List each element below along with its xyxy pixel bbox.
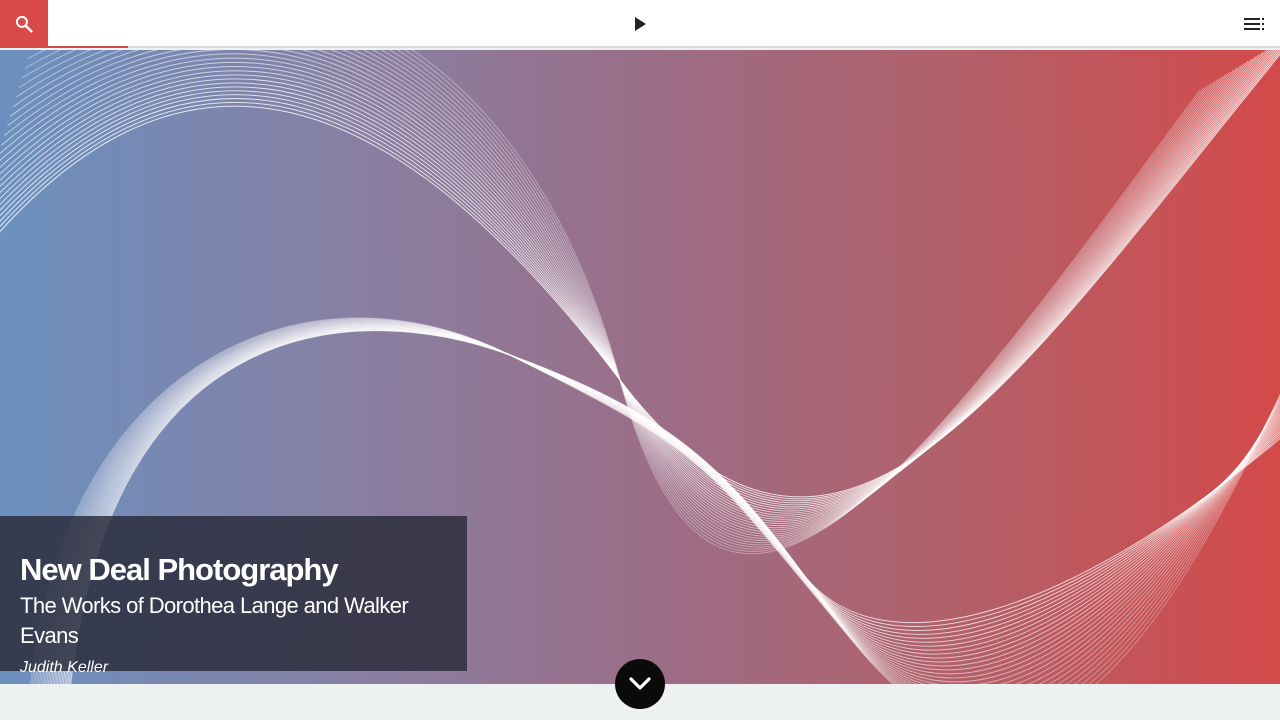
- hero-banner: New Deal Photography The Works of Doroth…: [0, 50, 1280, 684]
- reading-progress-fill: [0, 46, 128, 48]
- search-icon: [15, 15, 33, 33]
- play-icon: [635, 17, 646, 31]
- top-navigation-bar: [0, 0, 1280, 48]
- play-button[interactable]: [628, 12, 652, 36]
- table-of-contents-button[interactable]: [1240, 10, 1270, 38]
- page-title: New Deal Photography: [20, 552, 339, 587]
- page-subtitle: The Works of Dorothea Lange and Walker E…: [20, 593, 409, 648]
- table-of-contents-icon: [1244, 18, 1264, 30]
- scroll-down-button[interactable]: [615, 659, 665, 709]
- reading-progress-bar: [0, 46, 1280, 48]
- chevron-down-icon: [629, 677, 651, 690]
- title-card: New Deal Photography The Works of Doroth…: [0, 516, 467, 676]
- search-button[interactable]: [0, 0, 48, 48]
- author-name: Judith Keller: [20, 659, 109, 676]
